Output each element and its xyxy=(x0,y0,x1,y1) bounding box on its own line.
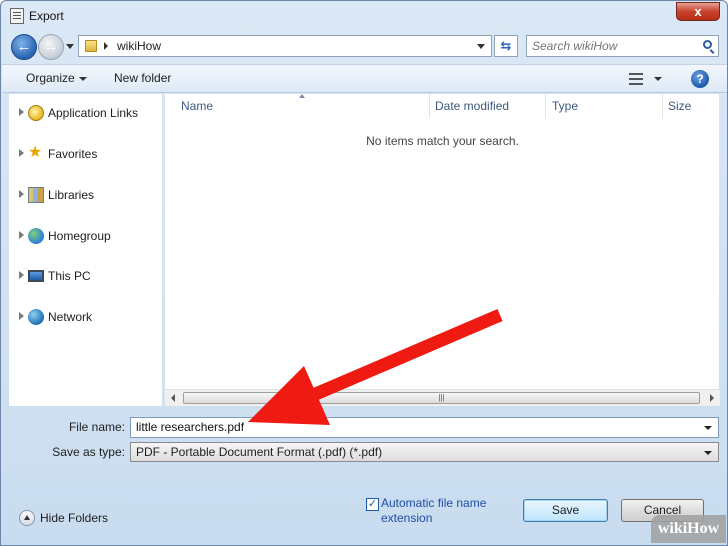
save-as-type-dropdown-icon[interactable] xyxy=(704,451,712,455)
window-title: Export xyxy=(29,9,64,23)
file-name-input[interactable] xyxy=(136,420,696,434)
wikihow-watermark: wikiHow xyxy=(651,515,726,543)
hide-folders-label: Hide Folders xyxy=(40,511,109,525)
folder-icon xyxy=(85,40,97,52)
sort-ascending-icon xyxy=(299,94,305,98)
address-bar[interactable]: wikiHow xyxy=(78,35,492,57)
search-icon[interactable] xyxy=(703,40,712,49)
change-view-icon[interactable] xyxy=(629,73,643,85)
file-name-field[interactable] xyxy=(130,417,719,438)
breadcrumb-chevron-icon[interactable] xyxy=(104,42,108,50)
view-dropdown-icon[interactable] xyxy=(654,77,662,81)
scrollbar-thumb[interactable]: ||| xyxy=(183,392,700,404)
scroll-left-icon[interactable] xyxy=(171,394,175,402)
back-button[interactable]: ← xyxy=(11,34,37,60)
breadcrumb-wikihow[interactable]: wikiHow xyxy=(117,39,161,53)
sidebar-item-label: Favorites xyxy=(48,147,98,161)
column-header-name[interactable]: Name xyxy=(181,94,213,118)
navigation-pane: Application Links ★ Favorites Libraries … xyxy=(9,94,162,406)
column-divider[interactable] xyxy=(429,94,430,118)
address-dropdown-icon[interactable] xyxy=(477,44,485,49)
sidebar-item-this-pc[interactable]: This PC xyxy=(9,266,162,286)
save-as-type-select[interactable]: PDF - Portable Document Format (.pdf) (*… xyxy=(130,442,719,462)
column-header-type[interactable]: Type xyxy=(552,94,578,118)
organize-dropdown-icon[interactable] xyxy=(79,77,87,81)
computer-icon xyxy=(28,270,44,282)
sidebar-item-network[interactable]: Network xyxy=(9,307,162,327)
sidebar-item-label: Libraries xyxy=(48,188,95,202)
forward-button[interactable]: → xyxy=(38,34,64,60)
sidebar-item-label: Homegroup xyxy=(48,229,111,243)
help-icon[interactable]: ? xyxy=(691,70,709,88)
expand-arrow-icon[interactable] xyxy=(19,190,24,198)
file-name-dropdown-icon[interactable] xyxy=(704,426,712,430)
column-header-size[interactable]: Size xyxy=(668,94,691,118)
auto-extension-label-line1: Automatic file name xyxy=(381,496,487,510)
expand-arrow-icon[interactable] xyxy=(19,271,24,279)
auto-extension-checkbox[interactable]: ✓ xyxy=(366,498,379,511)
organize-button[interactable]: Organize xyxy=(26,71,75,85)
file-list[interactable]: Name Date modified Type Size No items ma… xyxy=(164,94,720,406)
sidebar-item-label: Application Links xyxy=(48,106,139,120)
command-toolbar: Organize New folder ? xyxy=(2,64,727,93)
sidebar-item-application-links[interactable]: Application Links xyxy=(9,103,162,123)
scroll-right-icon[interactable] xyxy=(710,394,714,402)
search-box[interactable] xyxy=(526,35,719,57)
empty-message: No items match your search. xyxy=(366,134,519,148)
homegroup-icon xyxy=(28,228,44,244)
expand-arrow-icon[interactable] xyxy=(19,108,24,116)
recent-locations-dropdown[interactable] xyxy=(66,44,74,49)
library-icon xyxy=(28,187,44,203)
save-button[interactable]: Save xyxy=(523,499,608,522)
network-icon xyxy=(28,309,44,325)
column-header-date-modified[interactable]: Date modified xyxy=(435,94,509,118)
column-divider[interactable] xyxy=(545,94,546,118)
horizontal-scrollbar[interactable]: ||| xyxy=(165,389,720,406)
export-dialog: Export x ← → wikiHow ⇆ Organize New fold… xyxy=(0,0,728,546)
sidebar-item-label: Network xyxy=(48,310,93,324)
sidebar-item-homegroup[interactable]: Homegroup xyxy=(9,226,162,246)
column-divider[interactable] xyxy=(662,94,663,118)
chevron-up-icon xyxy=(19,510,35,526)
sidebar-item-libraries[interactable]: Libraries xyxy=(9,185,162,205)
search-input[interactable] xyxy=(532,39,692,53)
file-name-label: File name: xyxy=(68,420,125,434)
refresh-button[interactable]: ⇆ xyxy=(494,35,518,57)
expand-arrow-icon[interactable] xyxy=(19,312,24,320)
title-bar: Export x xyxy=(1,1,727,31)
expand-arrow-icon[interactable] xyxy=(19,231,24,239)
app-icon xyxy=(10,8,24,24)
sidebar-item-label: This PC xyxy=(48,269,91,283)
new-folder-button[interactable]: New folder xyxy=(114,71,171,85)
expand-arrow-icon[interactable] xyxy=(19,149,24,157)
sidebar-item-favorites[interactable]: ★ Favorites xyxy=(9,144,162,164)
star-icon: ★ xyxy=(28,144,43,161)
close-button[interactable]: x xyxy=(676,2,720,21)
app-links-icon xyxy=(28,105,44,121)
auto-extension-label-line2: extension xyxy=(381,511,433,525)
save-as-type-label: Save as type: xyxy=(52,445,125,459)
save-as-type-value: PDF - Portable Document Format (.pdf) (*… xyxy=(136,445,383,459)
auto-extension-label[interactable]: Automatic file name extension xyxy=(381,496,486,526)
